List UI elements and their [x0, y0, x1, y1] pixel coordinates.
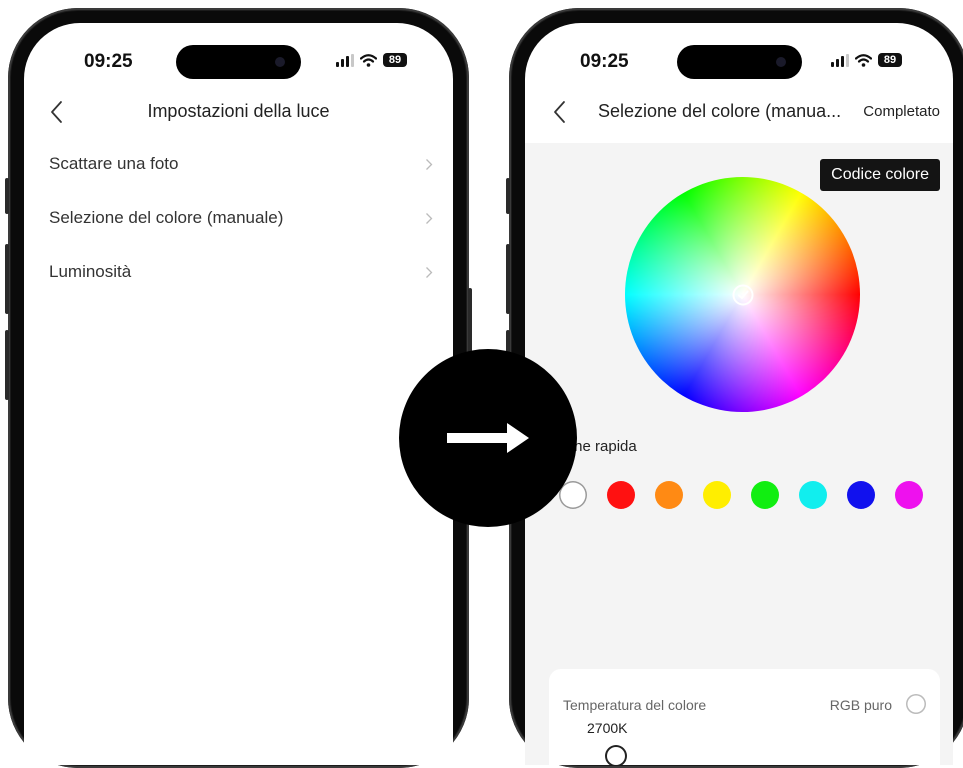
- menu-item-color-selection[interactable]: Selezione del colore (manuale): [24, 191, 453, 245]
- settings-menu: Scattare una foto Selezione del colore (…: [24, 137, 453, 299]
- rgb-pure-radio[interactable]: [906, 694, 926, 714]
- quick-color-swatches: [525, 481, 953, 511]
- rgb-pure-label: RGB puro: [829, 697, 892, 713]
- temperature-card: Temperatura del colore RGB puro 2700K: [549, 669, 940, 765]
- status-bar: 09:25 89: [525, 23, 953, 85]
- swatch-cyan[interactable]: [799, 481, 827, 509]
- volume-down-button: [5, 330, 9, 400]
- signal-icon: [336, 53, 354, 67]
- swatch-yellow[interactable]: [703, 481, 731, 509]
- swatch-red[interactable]: [607, 481, 635, 509]
- swatch-orange[interactable]: [655, 481, 683, 509]
- signal-icon: [831, 53, 849, 67]
- menu-item-take-photo[interactable]: Scattare una foto: [24, 137, 453, 191]
- volume-up-button: [506, 244, 510, 314]
- color-picker-panel: Codice colore zione rapida Temperatura d…: [525, 143, 953, 765]
- temperature-label: Temperatura del colore: [563, 697, 707, 713]
- status-time: 09:25: [580, 51, 629, 72]
- status-icons: 89: [336, 53, 407, 67]
- action-button: [5, 178, 9, 214]
- screen-color-selection: 09:25 89 Selezione del colore (manua... …: [525, 23, 953, 765]
- done-button[interactable]: Completato: [863, 103, 940, 120]
- arrow-right-icon: [447, 423, 529, 453]
- menu-item-brightness[interactable]: Luminosità: [24, 245, 453, 299]
- page-title: Impostazioni della luce: [147, 101, 330, 121]
- swatch-green[interactable]: [751, 481, 779, 509]
- action-button: [506, 178, 510, 214]
- temperature-value: 2700K: [587, 720, 628, 736]
- color-wheel[interactable]: [625, 177, 860, 412]
- nav-bar: Selezione del colore (manua... Completat…: [525, 85, 953, 143]
- swatch-blue[interactable]: [847, 481, 875, 509]
- screen-light-settings: 09:25 89 Impostazioni della luce Scattar…: [24, 23, 453, 765]
- dynamic-island: [176, 45, 301, 79]
- menu-item-label: Luminosità: [49, 262, 132, 281]
- chevron-left-icon[interactable]: [549, 99, 571, 125]
- check-circle-icon[interactable]: [732, 284, 754, 306]
- chevron-right-icon: [426, 159, 433, 170]
- status-time: 09:25: [84, 51, 133, 72]
- menu-item-label: Scattare una foto: [49, 154, 179, 173]
- menu-item-label: Selezione del colore (manuale): [49, 208, 284, 227]
- bezel: 09:25 89 Impostazioni della luce Scattar…: [11, 11, 466, 765]
- color-code-button[interactable]: Codice colore: [820, 159, 940, 191]
- status-icons: 89: [831, 53, 902, 67]
- temperature-slider-handle[interactable]: [605, 745, 627, 765]
- wifi-icon: [855, 53, 872, 67]
- transition-arrow-badge: [399, 349, 577, 527]
- phone-frame-right: 09:25 89 Selezione del colore (manua... …: [506, 8, 963, 768]
- battery-icon: 89: [383, 53, 407, 67]
- chevron-right-icon: [426, 267, 433, 278]
- battery-icon: 89: [878, 53, 902, 67]
- volume-up-button: [5, 244, 9, 314]
- page-title: Selezione del colore (manua...: [598, 101, 842, 121]
- nav-bar: Impostazioni della luce: [24, 85, 453, 137]
- status-bar: 09:25 89: [24, 23, 453, 85]
- phone-frame-left: 09:25 89 Impostazioni della luce Scattar…: [5, 8, 472, 768]
- dynamic-island: [677, 45, 802, 79]
- wifi-icon: [360, 53, 377, 67]
- bezel: 09:25 89 Selezione del colore (manua... …: [512, 11, 963, 765]
- swatch-magenta[interactable]: [895, 481, 923, 509]
- chevron-right-icon: [426, 213, 433, 224]
